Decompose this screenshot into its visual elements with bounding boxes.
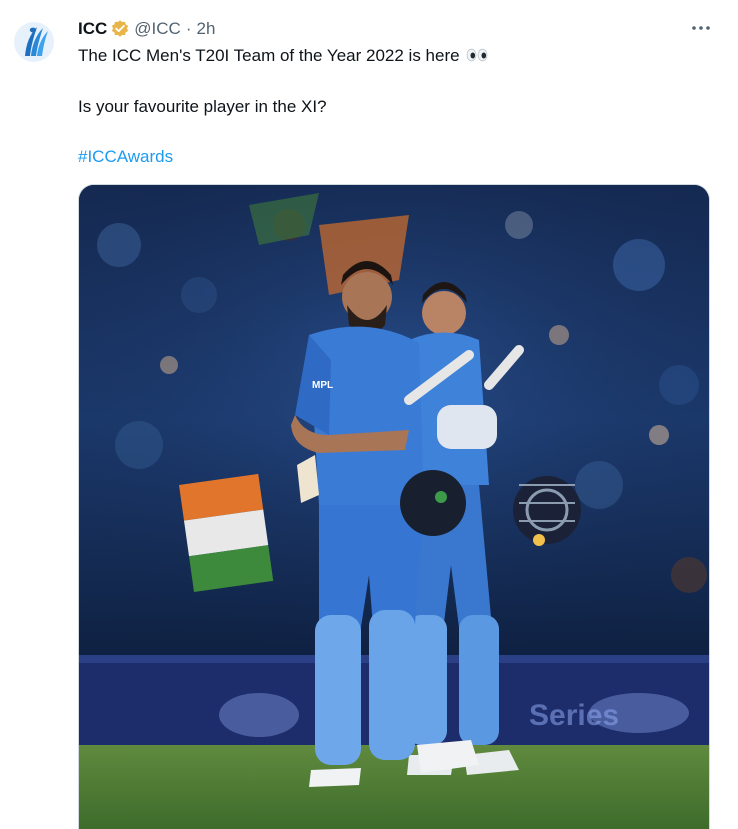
tweet-timestamp[interactable]: 2h	[197, 19, 216, 39]
tweet[interactable]: ICC @ICC · 2h The ICC Men's T20I Team of…	[0, 0, 738, 829]
eyes-emoji-icon	[466, 46, 488, 68]
tweet-media-image[interactable]: Series MPL	[78, 184, 710, 829]
tweet-header: ICC @ICC · 2h	[78, 18, 215, 40]
tweet-text-line-2: Is your favourite player in the XI?	[78, 97, 327, 116]
board-text: Series	[529, 699, 619, 732]
meta-separator: ·	[185, 19, 192, 38]
author-handle[interactable]: @ICC	[134, 19, 181, 39]
hashtag-link[interactable]: #ICCAwards	[78, 146, 173, 168]
verified-badge-icon	[110, 19, 130, 39]
more-options-button[interactable]	[684, 16, 718, 40]
author-avatar[interactable]	[10, 18, 58, 66]
tweet-text-line-1: The ICC Men's T20I Team of the Year 2022…	[78, 45, 488, 68]
cricket-photo: Series MPL	[79, 185, 709, 829]
tweet-text: The ICC Men's T20I Team of the Year 2022…	[78, 46, 460, 65]
icc-logo-icon	[10, 18, 58, 66]
jersey-text: MPL	[312, 380, 333, 391]
author-name[interactable]: ICC	[78, 19, 107, 39]
more-options-icon	[692, 26, 710, 30]
